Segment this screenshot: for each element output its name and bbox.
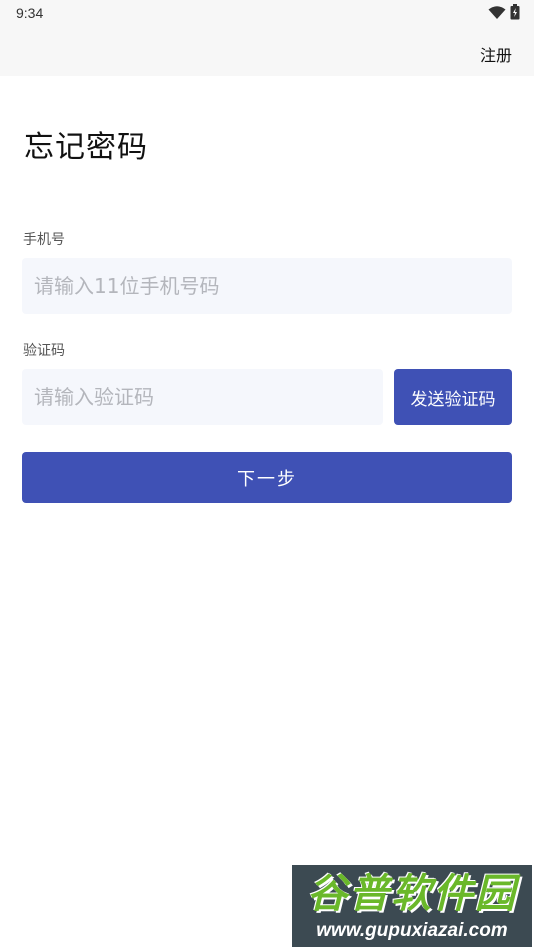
app-bar: 注册 <box>0 28 534 76</box>
watermark: 谷普软件园 www.gupuxiazai.com <box>292 865 532 947</box>
next-step-button[interactable]: 下一步 <box>22 452 512 503</box>
status-bar: 9:34 <box>0 0 534 28</box>
status-icons <box>488 4 520 24</box>
verification-code-label: 验证码 <box>23 343 65 359</box>
register-link[interactable]: 注册 <box>480 42 512 66</box>
wifi-icon <box>488 5 506 24</box>
watermark-url: www.gupuxiazai.com <box>316 920 508 941</box>
page-title: 忘记密码 <box>24 130 148 165</box>
status-time: 9:34 <box>16 5 44 21</box>
battery-icon <box>510 4 520 24</box>
phone-label: 手机号 <box>23 232 65 248</box>
watermark-title: 谷普软件园 <box>307 871 517 917</box>
verification-code-input[interactable] <box>22 369 383 425</box>
phone-input[interactable] <box>22 258 512 314</box>
send-code-button[interactable]: 发送验证码 <box>394 369 512 425</box>
